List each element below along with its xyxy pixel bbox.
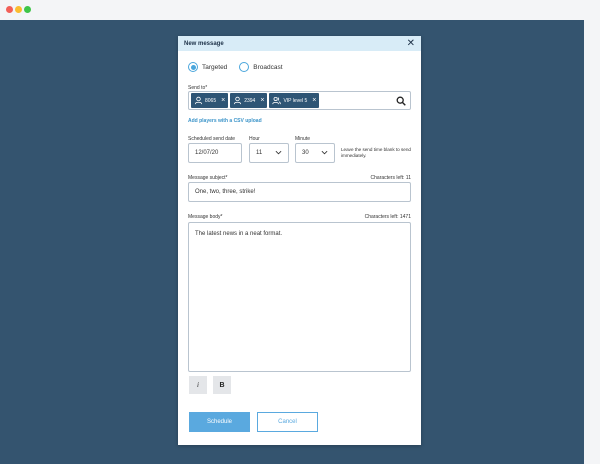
italic-button[interactable]: i bbox=[189, 376, 207, 394]
radio-targeted-label[interactable]: Targeted bbox=[202, 64, 227, 71]
modal-title: New message bbox=[184, 40, 224, 47]
body-label: Message body* bbox=[188, 214, 223, 220]
cancel-button[interactable]: Cancel bbox=[257, 412, 318, 432]
browser-title-bar bbox=[0, 0, 600, 20]
body-value: The latest news in a neat format. bbox=[195, 231, 283, 237]
subject-chars-left: Characters left: 11 bbox=[370, 175, 411, 181]
subject-label: Message subject* bbox=[188, 175, 228, 181]
minute-select[interactable]: 30 bbox=[295, 143, 335, 163]
radio-broadcast[interactable] bbox=[239, 62, 250, 72]
chip-label: VIP level 5 bbox=[283, 97, 308, 104]
send-date-field[interactable]: 12/07/20 bbox=[188, 143, 242, 163]
radio-targeted[interactable] bbox=[188, 62, 198, 72]
user-icon bbox=[194, 96, 203, 105]
message-body-textarea[interactable]: The latest news in a neat format. bbox=[188, 222, 411, 372]
recipient-chip[interactable]: 2394 × bbox=[230, 93, 268, 108]
subject-value: One, two, three, strike! bbox=[195, 189, 256, 195]
send-date-label: Scheduled send date bbox=[188, 136, 235, 142]
recipient-chip[interactable]: 8065 × bbox=[191, 93, 229, 108]
window-close-dot[interactable] bbox=[6, 6, 13, 13]
close-icon[interactable]: ✕ bbox=[407, 38, 415, 49]
chip-remove-icon[interactable]: × bbox=[221, 97, 225, 104]
audience-radio-group: Targeted Broadcast bbox=[188, 62, 295, 72]
user-icon bbox=[234, 96, 242, 105]
minute-value: 30 bbox=[302, 150, 309, 156]
search-icon[interactable] bbox=[396, 96, 406, 106]
schedule-button[interactable]: Schedule bbox=[189, 412, 250, 432]
browser-right-gutter bbox=[584, 20, 600, 464]
bold-button[interactable]: B bbox=[213, 376, 231, 394]
send-time-hint: Leave the send time blank to send immedi… bbox=[341, 147, 411, 158]
send-date-value: 12/07/20 bbox=[195, 150, 219, 156]
new-message-modal: New message ✕ Targeted Broadcast Send to… bbox=[178, 36, 421, 445]
send-to-input[interactable]: 8065 × 2394 × VIP level 5 × bbox=[188, 91, 411, 110]
window-minimize-dot[interactable] bbox=[15, 6, 22, 13]
hour-value: 11 bbox=[256, 150, 263, 156]
chevron-down-icon bbox=[275, 150, 282, 155]
subject-input[interactable]: One, two, three, strike! bbox=[188, 182, 411, 202]
chevron-down-icon bbox=[321, 150, 328, 155]
body-chars-left: Characters left: 1471 bbox=[364, 214, 411, 220]
hour-select[interactable]: 11 bbox=[249, 143, 289, 163]
chip-label: 2394 bbox=[244, 97, 256, 104]
chip-label: 8065 bbox=[205, 97, 217, 104]
hour-label: Hour bbox=[249, 136, 260, 142]
minute-label: Minute bbox=[295, 136, 311, 142]
chip-remove-icon[interactable]: × bbox=[260, 97, 264, 104]
chip-remove-icon[interactable]: × bbox=[312, 97, 316, 104]
recipient-chip[interactable]: VIP level 5 × bbox=[269, 93, 320, 108]
users-group-icon bbox=[272, 96, 282, 105]
window-maximize-dot[interactable] bbox=[24, 6, 31, 13]
modal-header: New message ✕ bbox=[178, 36, 421, 51]
csv-upload-link[interactable]: Add players with a CSV upload bbox=[188, 118, 262, 124]
radio-broadcast-label[interactable]: Broadcast bbox=[253, 64, 282, 71]
